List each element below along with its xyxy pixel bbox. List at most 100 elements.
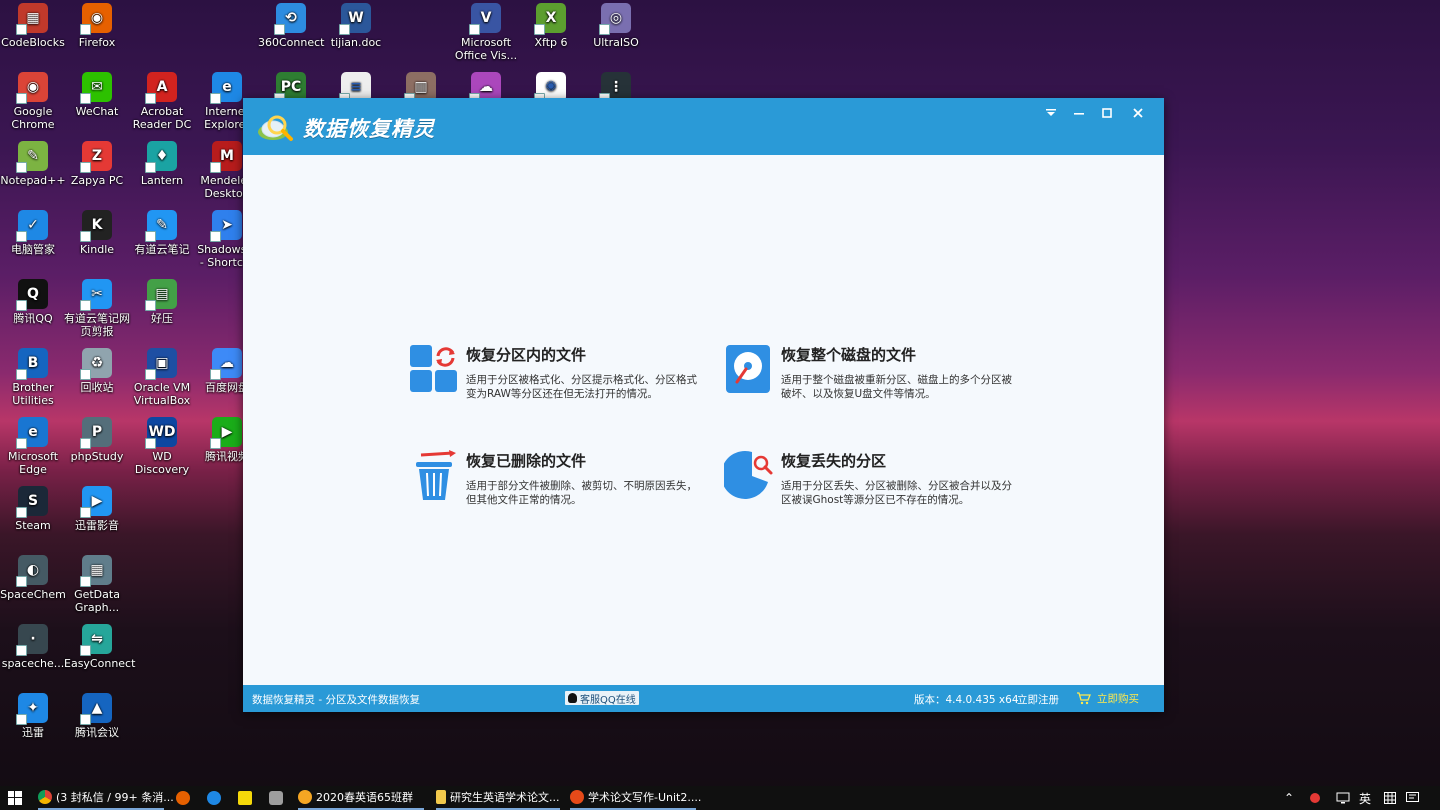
desktop-icon-phpstudy[interactable]: PphpStudy bbox=[64, 417, 130, 463]
app-shield-icon[interactable] bbox=[269, 786, 287, 810]
desktop-icon-steam[interactable]: S Steam bbox=[0, 486, 66, 532]
maximize-icon[interactable] bbox=[1094, 104, 1120, 122]
desktop-icon-label: Notepad++ bbox=[0, 174, 66, 187]
tray-app-icon[interactable] bbox=[1310, 786, 1324, 810]
desktop-icon-brother-utilities[interactable]: B Brother Utilities bbox=[0, 348, 66, 407]
keyboard-grid-icon[interactable] bbox=[1384, 786, 1396, 810]
xftp-6-icon: X bbox=[534, 3, 566, 35]
desktop-icon-360connect[interactable]: ⟲ 360Connect bbox=[258, 3, 324, 49]
desktop-icon-spacechem[interactable]: ◐ SpaceChem bbox=[0, 555, 66, 601]
desktop-icon-kindle[interactable]: K Kindle bbox=[64, 210, 130, 256]
desktop-icon-spaceche[interactable]: · spaceche... bbox=[0, 624, 66, 670]
desktop-icon-label: Google Chrome bbox=[11, 105, 55, 131]
brother-utilities-icon: B bbox=[16, 348, 48, 380]
desktop-icon-label: 迅雷 bbox=[22, 726, 44, 739]
desktop-app-37-icon: ▲ bbox=[80, 693, 112, 725]
desktop-icon-qq[interactable]: Q 腾讯QQ bbox=[0, 279, 66, 325]
microsoft-office-vis-icon: V bbox=[469, 3, 501, 35]
input-language-indicator[interactable]: 英 bbox=[1359, 786, 1371, 810]
desktop-icon-desktop-app-36[interactable]: ✦ 迅雷 bbox=[0, 693, 66, 739]
card-description: 适用于部分文件被删除、被剪切、不明原因丢失，但其他文件正常的情况。 bbox=[466, 480, 697, 506]
desktop-icon-tijian-doc[interactable]: Wtijian.doc bbox=[323, 3, 389, 49]
notifications-icon[interactable] bbox=[1406, 786, 1419, 810]
taskbar-app-label: 研究生英语学术论文... bbox=[450, 791, 560, 804]
desktop-icon-xftp-6[interactable]: X Xftp 6 bbox=[518, 3, 584, 49]
menu-dropdown-icon[interactable] bbox=[1038, 104, 1064, 122]
desktop-icon-label: spaceche... bbox=[1, 657, 65, 670]
desktop-icon-desktop-app-31[interactable]: ▶ 迅雷影音 bbox=[64, 486, 130, 532]
buy-now-link[interactable]: 立即购买 bbox=[1076, 691, 1139, 706]
desktop-icon-notepad[interactable]: ✎ Notepad++ bbox=[0, 141, 66, 187]
register-link[interactable]: 立即注册 bbox=[1017, 692, 1059, 707]
app-window: 数据恢复精灵 恢复分区内的文件 适用于分区被格式化、分区提示格式化、分区格式变为… bbox=[243, 98, 1164, 712]
desktop-icon-label: 好压 bbox=[151, 312, 173, 325]
desktop-app-29-icon: ▶ bbox=[210, 417, 242, 449]
browser-icon[interactable] bbox=[207, 786, 225, 810]
desktop-icon-desktop-app-37[interactable]: ▲ 腾讯会议 bbox=[64, 693, 130, 739]
minimize-icon[interactable] bbox=[1066, 104, 1092, 122]
taskbar-app-document[interactable]: 研究生英语学术论文... bbox=[436, 786, 560, 810]
taskbar-app-label: 2020春英语65班群 bbox=[316, 791, 413, 804]
desktop-icon-zapya-pc[interactable]: Z Zapya PC bbox=[64, 141, 130, 187]
microsoft-edge-icon: e bbox=[16, 417, 48, 449]
desktop-icon-microsoft-office-vis[interactable]: V Microsoft Office Vis... bbox=[453, 3, 519, 62]
desktop-icon-label: 360Connect bbox=[258, 36, 325, 49]
title-bar[interactable]: 数据恢复精灵 bbox=[243, 98, 1164, 155]
firefox-icon[interactable] bbox=[176, 786, 194, 810]
desktop-icon-desktop-app-23[interactable]: ♻ 回收站 bbox=[64, 348, 130, 394]
qq-support-button[interactable]: 客服QQ在线 bbox=[565, 691, 639, 706]
app-title: 数据恢复精灵 bbox=[303, 117, 435, 141]
close-icon[interactable] bbox=[1125, 104, 1151, 122]
oracle-vm-virtualbox-icon: ▣ bbox=[145, 348, 177, 380]
desktop-app-15-icon: ✓ bbox=[16, 210, 48, 242]
desktop-app-25-icon: ☁ bbox=[210, 348, 242, 380]
show-hidden-icons-chevron-icon[interactable]: ⌃ bbox=[1284, 786, 1294, 810]
desktop-icon-oracle-vm-virtualbox[interactable]: ▣ Oracle VM VirtualBox bbox=[129, 348, 195, 407]
desktop-icon-desktop-app-15[interactable]: ✓ 电脑管家 bbox=[0, 210, 66, 256]
desktop-icon-desktop-app-20[interactable]: ✂ 有道云笔记网 页剪报 bbox=[64, 279, 130, 338]
desktop-icon-easyconnect[interactable]: ⇋ EasyConnect bbox=[64, 624, 136, 670]
desktop-icon-label: tijian.doc bbox=[330, 36, 382, 49]
desktop-icon-label: Oracle VM VirtualBox bbox=[133, 381, 191, 407]
desktop-icon-label: Microsoft Edge bbox=[7, 450, 59, 476]
windows-start-icon[interactable] bbox=[8, 786, 22, 810]
card-title: 恢复整个磁盘的文件 bbox=[781, 346, 917, 364]
desktop-icon-label: Kindle bbox=[79, 243, 115, 256]
lantern-icon: ♦ bbox=[145, 141, 177, 173]
desktop-icon-label: 电脑管家 bbox=[11, 243, 55, 256]
network-icon[interactable] bbox=[1336, 786, 1350, 810]
cart-icon bbox=[1077, 692, 1091, 705]
desktop-icon-desktop-app-17[interactable]: ✎ 有道云笔记 bbox=[129, 210, 195, 256]
taskbar-app-qq-group[interactable]: 2020春英语65班群 bbox=[298, 786, 424, 810]
desktop-app-17-icon: ✎ bbox=[145, 210, 177, 242]
taskbar-app-presentation[interactable]: 学术论文写作-Unit2.... bbox=[570, 786, 701, 810]
sticky-notes-icon[interactable] bbox=[238, 786, 256, 810]
spaceche-icon: · bbox=[16, 624, 48, 656]
taskbar-app-label: (3 封私信 / 99+ 条消... bbox=[56, 791, 174, 804]
desktop-app-20-icon: ✂ bbox=[80, 279, 112, 311]
desktop-icon-lantern[interactable]: ♦ Lantern bbox=[129, 141, 195, 187]
desktop-icon-label: Steam bbox=[15, 519, 51, 532]
desktop-app-31-icon: ▶ bbox=[80, 486, 112, 518]
desktop-icon-firefox[interactable]: ◉ Firefox bbox=[64, 3, 130, 49]
desktop-icon-label: WeChat bbox=[75, 105, 119, 118]
desktop-icon-desktop-app-21[interactable]: ▤ 好压 bbox=[129, 279, 195, 325]
app-logo-icon bbox=[258, 115, 293, 141]
desktop-icon-wd-discovery[interactable]: WD WD Discovery bbox=[129, 417, 195, 476]
taskbar-app-chrome[interactable]: (3 封私信 / 99+ 条消... bbox=[38, 786, 174, 810]
desktop-icon-acrobat-reader-dc[interactable]: A Acrobat Reader DC bbox=[129, 72, 195, 131]
status-left-text: 数据恢复精灵 - 分区及文件数据恢复 bbox=[252, 694, 420, 706]
desktop-icon-getdata-graph[interactable]: ▦ GetData Graph... bbox=[64, 555, 130, 614]
ultraiso-icon: ◎ bbox=[599, 3, 631, 35]
card-description: 适用于整个磁盘被重新分区、磁盘上的多个分区被破坏、以及恢复U盘文件等情况。 bbox=[781, 374, 1012, 400]
desktop-icon-microsoft-edge[interactable]: e Microsoft Edge bbox=[0, 417, 66, 476]
desktop-app-21-icon: ▤ bbox=[145, 279, 177, 311]
card-description: 适用于分区被格式化、分区提示格式化、分区格式变为RAW等分区还在但无法打开的情况… bbox=[466, 374, 697, 400]
card-title: 恢复丢失的分区 bbox=[781, 452, 887, 470]
desktop-icon-codeblocks[interactable]: ▦ CodeBlocks bbox=[0, 3, 66, 49]
desktop-icon-google-chrome[interactable]: ◉ Google Chrome bbox=[0, 72, 66, 131]
desktop-icon-ultraiso[interactable]: ◎ UltraISO bbox=[583, 3, 649, 49]
desktop-icon-label: EasyConnect bbox=[64, 657, 136, 670]
desktop-icon-wechat[interactable]: ✉ WeChat bbox=[64, 72, 130, 118]
group-chat-icon bbox=[298, 790, 312, 804]
